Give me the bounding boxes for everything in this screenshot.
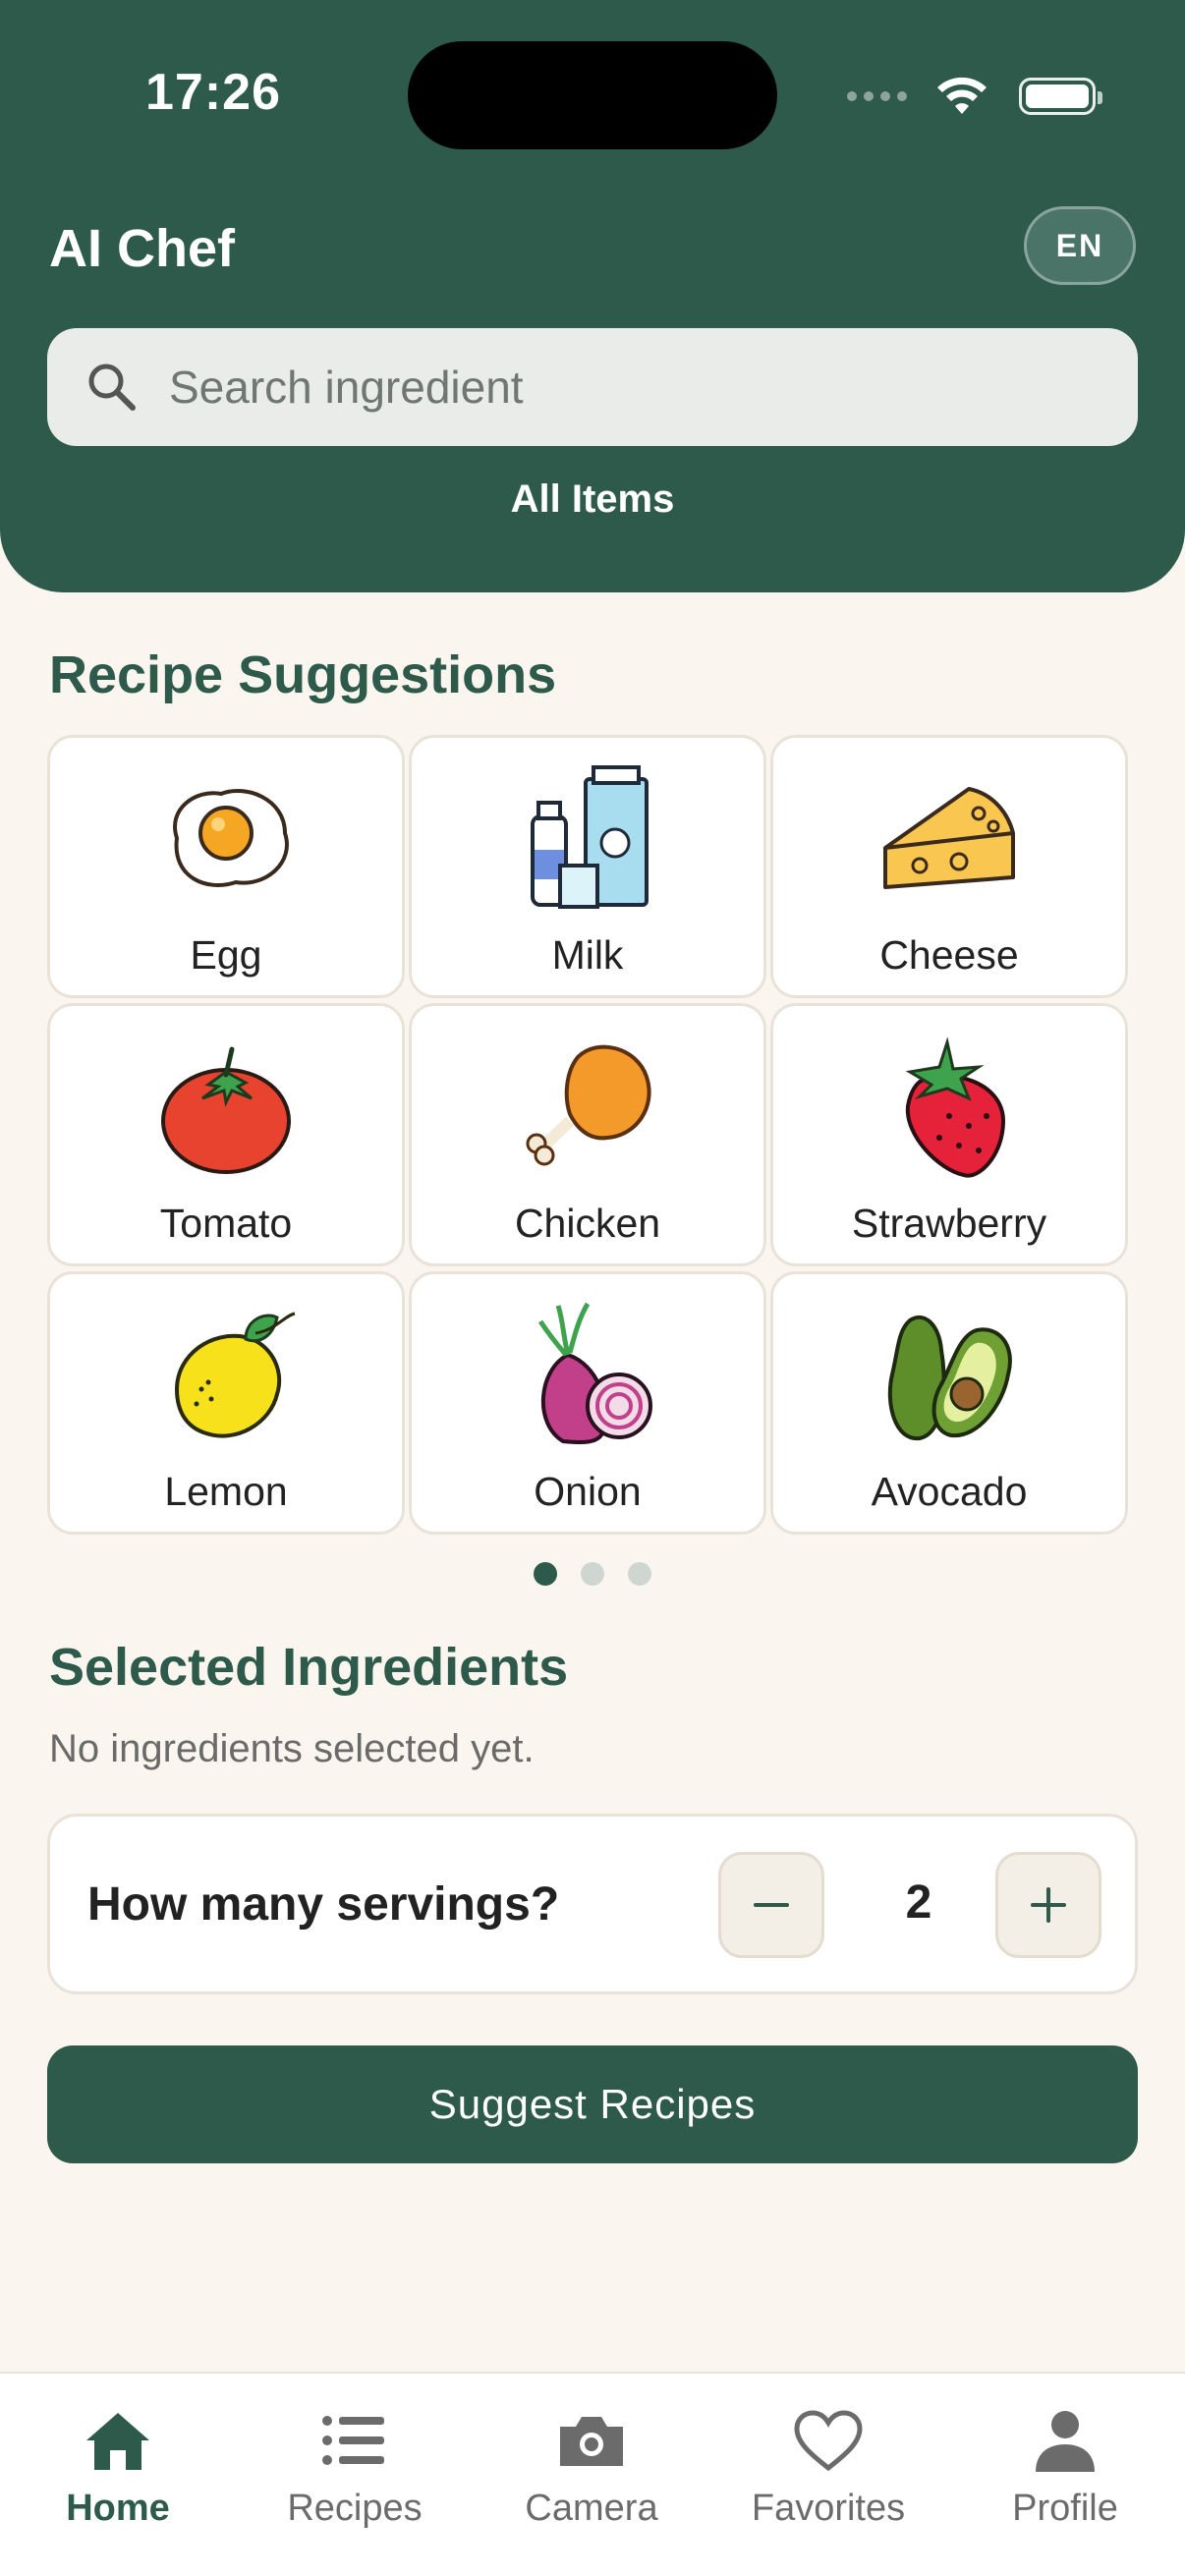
tab-label: Favorites [751,2488,906,2529]
page-dot[interactable] [534,1562,557,1586]
category-filter[interactable]: All Items [0,477,1185,522]
ingredient-tile-milk[interactable]: Milk [409,735,766,998]
servings-card: How many servings? 2 [47,1814,1138,1994]
tab-label: Home [66,2488,170,2529]
search-input[interactable] [169,361,1138,414]
page-dot[interactable] [628,1562,651,1586]
servings-label: How many servings? [87,1878,560,1931]
ingredient-grid: Egg Milk Cheese Tomato Chicken Strawberr… [47,735,1136,1535]
minus-icon [754,1903,789,1907]
selected-ingredients-title: Selected Ingredients [49,1638,569,1697]
strawberry-icon [905,1036,1006,1178]
ingredient-label: Lemon [164,1469,288,1514]
lemon-icon [174,1312,296,1438]
ingredient-label: Milk [551,932,624,978]
egg-icon [173,788,289,887]
ingredient-label: Avocado [871,1469,1028,1514]
tab-label: Camera [525,2488,658,2529]
ingredient-tile-strawberry[interactable]: Strawberry [770,1003,1128,1266]
ingredient-label: Strawberry [851,1201,1047,1246]
wifi-icon [937,77,987,114]
tab-label: Profile [1012,2488,1118,2529]
tab-home[interactable]: Home [10,2407,226,2545]
ingredient-label: Tomato [159,1201,293,1246]
tab-label: Recipes [287,2488,423,2529]
search-icon [88,364,136,411]
battery-icon [1019,78,1102,115]
plus-icon [1031,1887,1066,1923]
tomato-icon [161,1046,291,1174]
cheese-icon [883,787,1015,889]
tab-recipes[interactable]: Recipes [247,2407,463,2545]
dynamic-island [408,41,777,149]
ingredient-tile-chicken[interactable]: Chicken [409,1003,766,1266]
ingredient-tile-cheese[interactable]: Cheese [770,735,1128,998]
ingredient-tile-onion[interactable]: Onion [409,1271,766,1535]
ingredient-label: Egg [190,932,262,978]
list-icon [322,2416,384,2465]
language-button[interactable]: EN [1024,206,1136,285]
app-title: AI Chef [49,219,235,278]
milk-icon [531,765,649,909]
ingredient-tile-egg[interactable]: Egg [47,735,405,998]
servings-value: 2 [905,1876,932,1929]
ingredient-tile-avocado[interactable]: Avocado [770,1271,1128,1535]
ingredient-label: Onion [534,1469,642,1514]
page-dot[interactable] [581,1562,604,1586]
avocado-icon [887,1315,1012,1441]
ingredient-label: Cheese [879,932,1019,978]
decrease-servings-button[interactable] [718,1852,824,1958]
status-time: 17:26 [145,64,281,121]
bottom-tab-bar: Home Recipes Camera Favorites Profile [0,2372,1185,2576]
onion-icon [537,1302,652,1444]
tab-camera[interactable]: Camera [483,2407,700,2545]
increase-servings-button[interactable] [995,1852,1101,1958]
tab-profile[interactable]: Profile [957,2407,1173,2545]
recipe-suggestions-title: Recipe Suggestions [49,645,557,704]
status-icons [847,69,1102,124]
person-icon [1036,2411,1095,2472]
home-icon [86,2413,149,2470]
heart-icon [794,2410,863,2472]
search-bar[interactable] [47,328,1138,446]
page-indicator[interactable] [0,1562,1185,1586]
empty-state-text: No ingredients selected yet. [49,1727,535,1770]
suggest-recipes-button[interactable]: Suggest Recipes [47,2045,1138,2163]
ingredient-label: Chicken [514,1201,661,1246]
ingredient-tile-tomato[interactable]: Tomato [47,1003,405,1266]
camera-icon [560,2417,623,2466]
chicken-icon [526,1044,651,1166]
cellular-signal-icon [847,91,907,101]
app-header: 17:26 AI Chef EN All Items [0,0,1185,592]
ingredient-tile-lemon[interactable]: Lemon [47,1271,405,1535]
tab-favorites[interactable]: Favorites [720,2407,936,2545]
